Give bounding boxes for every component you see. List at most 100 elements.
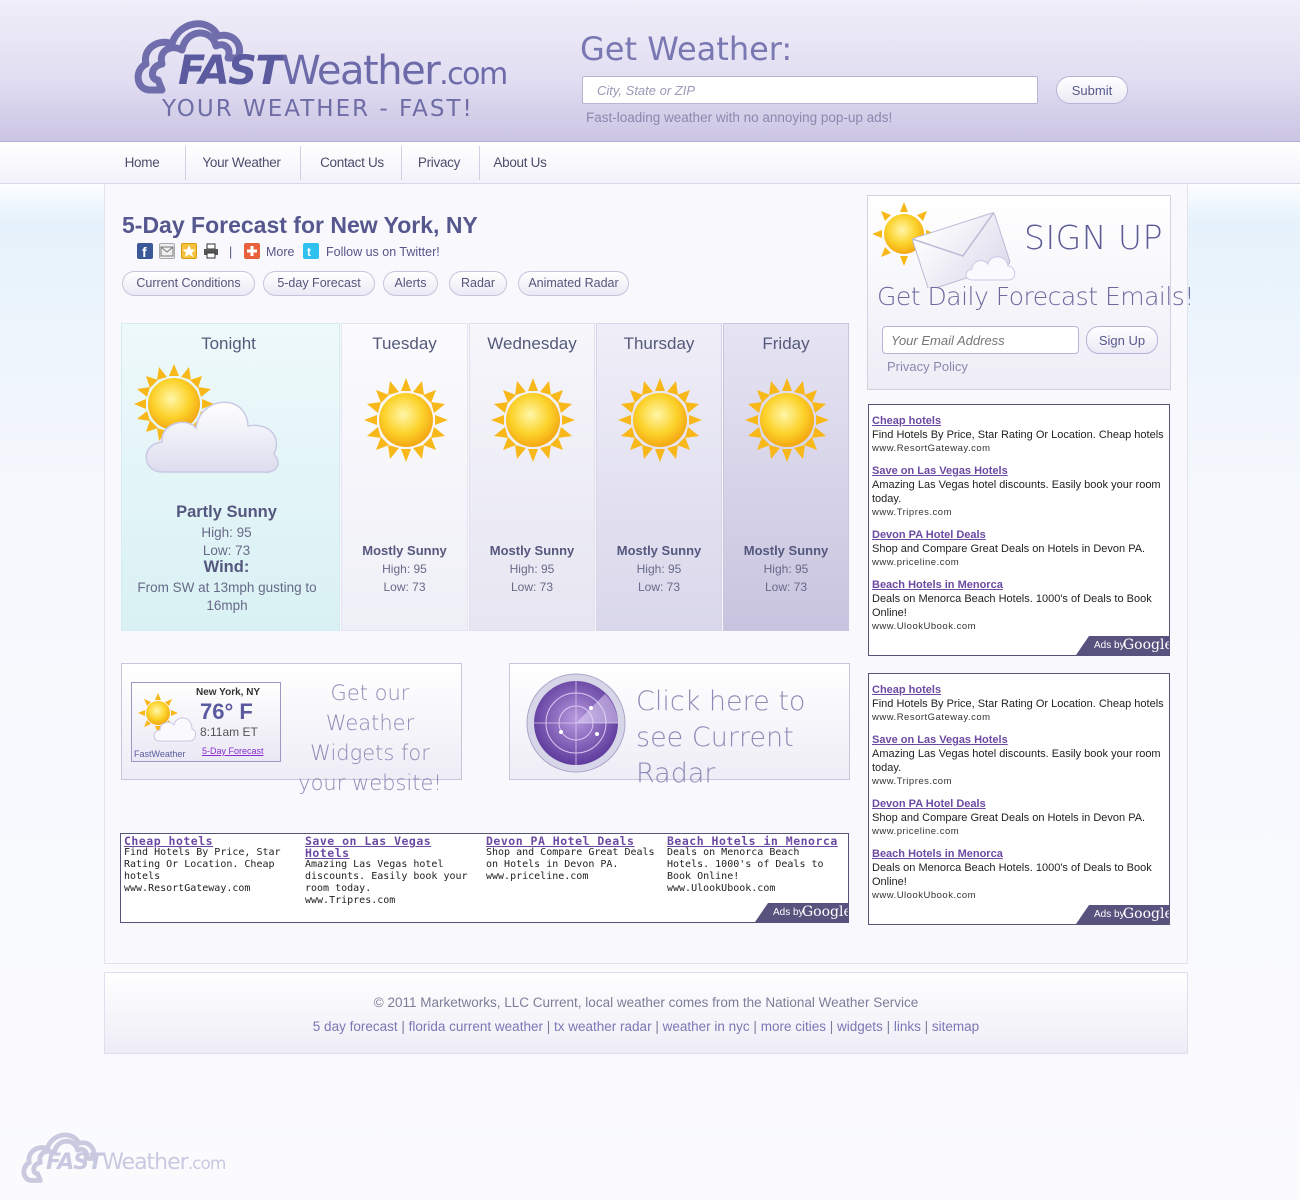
tab-alerts[interactable]: Alerts [383,271,438,296]
ad-title[interactable]: Cheap hotels [872,414,1164,428]
facebook-icon[interactable]: f [137,243,153,260]
footer-link-sitemap[interactable]: sitemap [932,1019,979,1034]
twitter-follow-link[interactable]: Follow us on Twitter! [326,245,440,259]
ad-description: Deals on Menorca Beach Hotels. 1000's of… [872,862,1152,888]
footer-link-weather-nyc[interactable]: weather in nyc [663,1019,750,1034]
ad-title[interactable]: Devon PA Hotel Deals [486,835,666,847]
ad-title[interactable]: Beach Hotels in Menorca [872,578,1164,592]
tab-radar[interactable]: Radar [449,271,507,296]
site-logo[interactable]: FASTWeather.com YOUR WEATHER - FAST! [132,8,508,128]
footer-link-florida-weather[interactable]: florida current weather [409,1019,543,1034]
footer-link-links[interactable]: links [894,1019,921,1034]
logo-weather: Weather [281,48,440,94]
footer-separator: | [829,1019,834,1034]
email-icon[interactable] [159,243,175,259]
main-nav: Home Your Weather Contact Us Privacy Abo… [0,142,1300,184]
ad-item[interactable]: Devon PA Hotel Deals Shop and Compare Gr… [872,528,1164,570]
ad-url: www.ResortGateway.com [872,712,991,723]
ads-by-google-badge[interactable]: Ads by Google [1076,905,1169,924]
footer-copyright: © 2011 Marketworks, LLC Current, local w… [373,995,919,1010]
google-label: Google [1123,637,1173,653]
svg-text:f: f [142,244,147,259]
ad-title[interactable]: Save on Las Vegas Hotels [872,464,1164,478]
ad-item[interactable]: Beach Hotels in Menorca Deals on Menorca… [872,578,1164,634]
ad-title[interactable]: Devon PA Hotel Deals [872,528,1164,542]
ads-by-google-badge[interactable]: Ads by Google [755,903,848,922]
ad-title[interactable]: Devon PA Hotel Deals [872,797,1164,811]
ad-title[interactable]: Save on Las Vegas Hotels [872,733,1164,747]
radar-icon [526,673,626,773]
signup-title: SIGN UP [1024,218,1163,257]
ad-title[interactable]: Beach Hotels in Menorca [872,847,1164,861]
ad-item[interactable]: Cheap hotels Find Hotels By Price, Star … [872,414,1164,456]
ads-by-google-badge[interactable]: Ads by Google [1076,636,1169,655]
google-label: Google [802,904,852,920]
widget-temperature: 76° F [200,699,253,724]
ad-description: Deals on Menorca Beach Hotels. 1000's of… [667,847,824,882]
footer-separator: | [546,1019,551,1034]
nav-your-weather[interactable]: Your Weather [190,146,293,180]
ad-item[interactable]: Cheap hotels Find Hotels By Price, Star … [872,683,1164,725]
ads-by-label: Ads by [773,907,804,918]
privacy-policy-link[interactable]: Privacy Policy [887,359,968,374]
ad-title[interactable]: Beach Hotels in Menorca [667,835,847,847]
nav-contact-us[interactable]: Contact Us [306,146,398,180]
nav-divider [185,146,186,180]
ad-title[interactable]: Save on Las Vegas Hotels [305,835,477,859]
ad-sidebar-1: Cheap hotels Find Hotels By Price, Star … [868,404,1170,656]
signup-email-input[interactable] [882,326,1079,354]
tab-current-conditions[interactable]: Current Conditions [122,271,255,296]
radar-promo[interactable]: Click here to see Current Radar [509,663,850,789]
ad-item[interactable]: Save on Las Vegas Hotels Amazing Las Veg… [872,464,1164,520]
footer-link-more-cities[interactable]: more cities [761,1019,826,1034]
ad-title[interactable]: Cheap hotels [872,683,1164,697]
print-icon[interactable] [203,243,219,259]
ad-description: Deals on Menorca Beach Hotels. 1000's of… [872,593,1152,619]
ad-item[interactable]: Devon PA Hotel Deals Shop and Compare Gr… [872,797,1164,839]
ad-url: www.UlookUbook.com [872,621,977,632]
forecast-low: Low: 73 [383,580,426,594]
footer-link-widgets[interactable]: widgets [837,1019,883,1034]
envelope-sun-icon [872,202,1016,288]
footer-links: 5 day forecast | florida current weather… [105,1019,1187,1034]
partly-sunny-icon [134,364,279,474]
share-plus-icon[interactable] [244,243,260,259]
footer-separator: | [401,1019,405,1034]
ad-item[interactable]: Save on Las Vegas Hotels Amazing Las Veg… [305,835,477,907]
footer-link-5-day-forecast[interactable]: 5 day forecast [313,1019,398,1034]
tab-animated-radar[interactable]: Animated Radar [518,271,629,296]
nav-privacy[interactable]: Privacy [406,146,472,180]
nav-about-us[interactable]: About Us [484,146,556,180]
ad-item[interactable]: Save on Las Vegas Hotels Amazing Las Veg… [872,733,1164,789]
ad-description: Shop and Compare Great Deals on Hotels i… [486,847,655,870]
ad-url: www.ResortGateway.com [872,443,991,454]
ad-item[interactable]: Beach Hotels in Menorca Deals on Menorca… [872,847,1164,903]
location-search-input[interactable] [582,76,1038,104]
share-separator: | [229,245,233,259]
email-signup-box: SIGN UP Get Daily Forecast Emails! Sign … [867,195,1194,390]
tab-5-day-forecast[interactable]: 5-day Forecast [263,271,375,296]
forecast-condition: Mostly Sunny [362,543,447,558]
forecast-condition: Partly Sunny [176,503,277,521]
ad-title[interactable]: Cheap hotels [124,835,296,847]
logo-fast: FAST [46,1150,103,1175]
ad-item[interactable]: Beach Hotels in Menorca Deals on Menorca… [667,835,847,895]
submit-button[interactable]: Submit [1056,76,1128,104]
ad-item[interactable]: Cheap hotels Find Hotels By Price, Star … [124,835,296,895]
google-label: Google [1123,906,1173,922]
forecast-tonight: Tonight Partly Sunny High: 95 Low: 73 Wi… [121,323,340,631]
ad-item[interactable]: Devon PA Hotel Deals Shop and Compare Gr… [486,835,666,883]
twitter-icon[interactable]: t [303,243,319,259]
share-more-link[interactable]: More [266,245,294,259]
ad-description: Shop and Compare Great Deals on Hotels i… [872,543,1146,555]
signup-button[interactable]: Sign Up [1086,326,1158,354]
ad-url: www.priceline.com [872,557,960,568]
footer-link-tx-radar[interactable]: tx weather radar [554,1019,652,1034]
nav-home[interactable]: Home [112,146,172,180]
widget-preview: New York, NY 76° F 8:11am ET FastWeather… [131,682,281,762]
footer-separator: | [886,1019,891,1034]
widget-forecast-link[interactable]: 5-Day Forecast [202,746,264,756]
favorite-star-icon[interactable] [181,243,197,259]
weather-widget-promo[interactable]: New York, NY 76° F 8:11am ET FastWeather… [121,663,462,795]
nav-divider [479,146,480,180]
